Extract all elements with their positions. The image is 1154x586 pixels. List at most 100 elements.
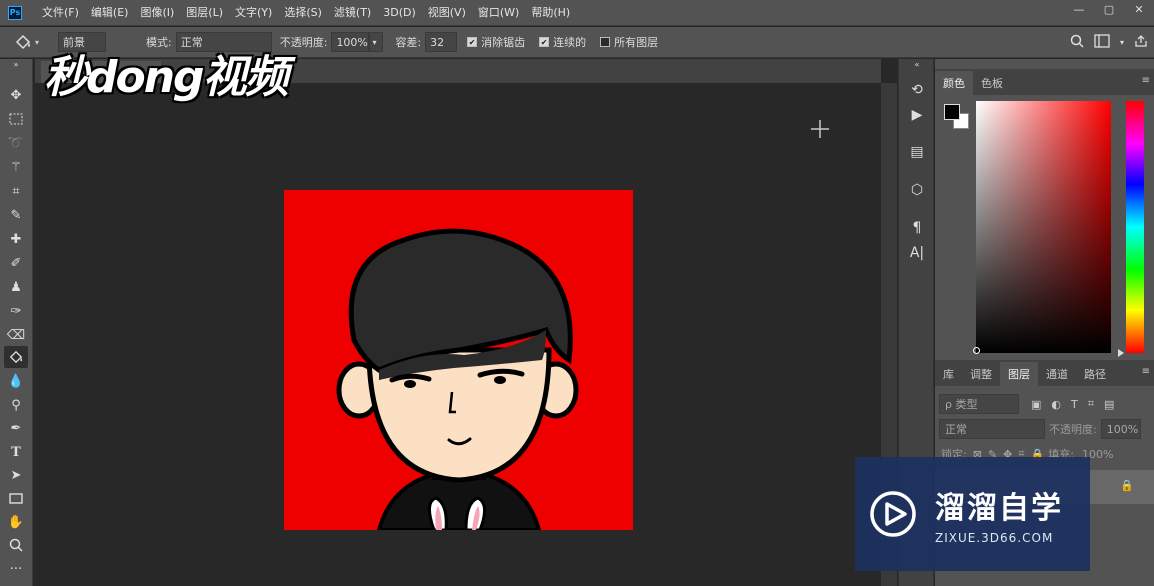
window-controls: — ▢ ✕ bbox=[1064, 0, 1154, 18]
crosshair-cursor-icon bbox=[811, 120, 829, 138]
chevron-down-icon: ▾ bbox=[372, 37, 377, 47]
lock-icon: 🔒 bbox=[1120, 479, 1134, 492]
clone-stamp-tool-icon[interactable]: ♟ bbox=[4, 276, 28, 298]
tab-adjustments[interactable]: 调整 bbox=[962, 362, 1000, 386]
antialias-checkbox[interactable]: ✔ bbox=[467, 37, 478, 47]
layer-filter-label: ρ 类型 bbox=[945, 398, 978, 411]
opacity-input[interactable]: 100% bbox=[331, 32, 370, 52]
contiguous-checkbox[interactable]: ✔ bbox=[539, 37, 550, 47]
menu-view[interactable]: 视图(V) bbox=[422, 0, 472, 26]
tab-paths[interactable]: 路径 bbox=[1076, 362, 1114, 386]
marquee-tool-icon[interactable] bbox=[4, 108, 28, 130]
layer-opacity-input[interactable]: 100% bbox=[1100, 419, 1141, 439]
search-icon[interactable] bbox=[1070, 34, 1084, 51]
cartoon-avatar-illustration bbox=[284, 190, 633, 530]
path-selection-tool-icon[interactable]: ➤ bbox=[4, 464, 28, 486]
layers-panel-tabs: 库 调整 图层 通道 路径 ≡ bbox=[935, 360, 1154, 386]
collapse-arrows-icon[interactable]: » bbox=[4, 59, 28, 69]
opacity-dropdown[interactable]: ▾ bbox=[369, 32, 384, 52]
site-watermark-title: 溜溜自学 bbox=[935, 491, 1063, 526]
hand-tool-icon[interactable]: ✋ bbox=[4, 511, 28, 533]
hue-slider-marker[interactable] bbox=[1118, 349, 1124, 357]
close-button[interactable]: ✕ bbox=[1124, 0, 1154, 18]
antialias-label: 消除锯齿 bbox=[481, 36, 526, 49]
healing-brush-tool-icon[interactable]: ✚ bbox=[4, 228, 28, 250]
layer-comps-icon[interactable]: ▤ bbox=[906, 141, 928, 163]
eraser-tool-icon[interactable]: ⌫ bbox=[4, 324, 28, 346]
layer-opacity-label: 不透明度: bbox=[1049, 423, 1097, 436]
menu-layer[interactable]: 图层(L) bbox=[180, 0, 229, 26]
filter-pixel-icon[interactable]: ▣ bbox=[1031, 398, 1041, 411]
menu-filter[interactable]: 滤镜(T) bbox=[328, 0, 377, 26]
history-brush-tool-icon[interactable]: ✑ bbox=[4, 300, 28, 322]
share-icon[interactable] bbox=[1134, 34, 1148, 51]
blend-row: 正常 不透明度: 100% bbox=[935, 416, 1154, 442]
zoom-tool-icon[interactable] bbox=[4, 534, 28, 556]
blend-mode-select[interactable]: 正常 bbox=[939, 419, 1045, 439]
tools-panel: » ✥ ➰ ⚚ ⌗ ✎ ✚ ✐ ♟ ✑ ⌫ 💧 ⚲ ✒ T ➤ ✋ ··· bbox=[0, 59, 33, 586]
site-watermark-text: 溜溜自学 ZIXUE.3D66.COM bbox=[935, 483, 1063, 545]
rectangle-tool-icon[interactable] bbox=[4, 487, 28, 509]
tab-libraries[interactable]: 库 bbox=[935, 362, 962, 386]
site-watermark: 溜溜自学 ZIXUE.3D66.COM bbox=[855, 457, 1090, 571]
menu-type[interactable]: 文字(Y) bbox=[229, 0, 278, 26]
magic-wand-tool-icon[interactable]: ⚚ bbox=[4, 156, 28, 178]
history-icon[interactable]: ⟲ bbox=[906, 79, 928, 101]
minimize-button[interactable]: — bbox=[1064, 0, 1094, 18]
character-icon[interactable]: A| bbox=[906, 242, 928, 264]
menu-edit[interactable]: 编辑(E) bbox=[85, 0, 135, 26]
site-watermark-subtitle: ZIXUE.3D66.COM bbox=[935, 531, 1054, 545]
tab-channels[interactable]: 通道 bbox=[1038, 362, 1076, 386]
photoshop-logo-icon: Ps bbox=[8, 5, 22, 20]
blend-mode-value: 正常 bbox=[945, 423, 967, 436]
menu-help[interactable]: 帮助(H) bbox=[525, 0, 576, 26]
lasso-tool-icon[interactable]: ➰ bbox=[4, 132, 28, 154]
layer-filter-select[interactable]: ρ 类型 bbox=[939, 394, 1019, 414]
menu-bar: Ps 文件(F) 编辑(E) 图像(I) 图层(L) 文字(Y) 选择(S) 滤… bbox=[0, 0, 1154, 26]
menu-file[interactable]: 文件(F) bbox=[36, 0, 85, 26]
restore-button[interactable]: ▢ bbox=[1094, 0, 1124, 18]
blur-tool-icon[interactable]: 💧 bbox=[4, 370, 28, 392]
menu-3d[interactable]: 3D(D) bbox=[377, 0, 422, 26]
collapse-arrows-icon[interactable]: « bbox=[906, 59, 928, 69]
chevron-down-icon[interactable]: ▾ bbox=[1120, 38, 1124, 47]
foreground-color-swatch[interactable] bbox=[944, 104, 960, 120]
filter-adjust-icon[interactable]: ◐ bbox=[1051, 398, 1061, 411]
brush-tool-icon[interactable]: ✐ bbox=[4, 252, 28, 274]
color-picker-field[interactable] bbox=[976, 101, 1111, 353]
all-layers-checkbox[interactable] bbox=[600, 37, 611, 47]
more-tools-icon[interactable]: ··· bbox=[4, 558, 28, 580]
filter-shape-icon[interactable]: ⌗ bbox=[1088, 397, 1094, 411]
hue-slider[interactable] bbox=[1126, 101, 1144, 353]
pen-tool-icon[interactable]: ✒ bbox=[4, 417, 28, 439]
paragraph-icon[interactable]: ¶ bbox=[906, 217, 928, 239]
tab-swatches[interactable]: 色板 bbox=[973, 71, 1011, 95]
tab-layers[interactable]: 图层 bbox=[1000, 362, 1038, 386]
eyedropper-tool-icon[interactable]: ✎ bbox=[4, 204, 28, 226]
menu-image[interactable]: 图像(I) bbox=[134, 0, 180, 26]
type-tool-icon[interactable]: T bbox=[4, 441, 28, 463]
paint-bucket-tool-preset-icon[interactable]: ▾ bbox=[14, 34, 44, 50]
tolerance-value: 32 bbox=[430, 35, 445, 49]
filter-type-icon[interactable]: T bbox=[1071, 398, 1078, 411]
panel-menu-icon[interactable]: ≡ bbox=[1142, 366, 1150, 377]
move-tool-icon[interactable]: ✥ bbox=[4, 84, 28, 106]
menu-select[interactable]: 选择(S) bbox=[278, 0, 328, 26]
panel-menu-icon[interactable]: ≡ bbox=[1142, 75, 1150, 86]
workspace-icon[interactable] bbox=[1094, 34, 1110, 51]
tab-color[interactable]: 颜色 bbox=[935, 71, 973, 95]
filter-smart-icon[interactable]: ▤ bbox=[1104, 398, 1114, 411]
menu-window[interactable]: 窗口(W) bbox=[472, 0, 525, 26]
crop-tool-icon[interactable]: ⌗ bbox=[4, 180, 28, 202]
layer-opacity-value: 100% bbox=[1106, 422, 1139, 436]
opacity-label: 不透明度: bbox=[279, 36, 328, 49]
tolerance-input[interactable]: 32 bbox=[425, 32, 458, 52]
layer-filter-row: ρ 类型 ▣ ◐ T ⌗ ▤ bbox=[935, 391, 1154, 417]
color-panel-tabs: 颜色 色板 ≡ bbox=[935, 69, 1154, 95]
document-image[interactable] bbox=[284, 190, 633, 530]
paint-bucket-tool-icon[interactable] bbox=[4, 346, 28, 368]
3d-cube-icon[interactable]: ⬡ bbox=[906, 179, 928, 201]
color-field-marker[interactable] bbox=[973, 347, 980, 354]
dodge-tool-icon[interactable]: ⚲ bbox=[4, 394, 28, 416]
actions-play-icon[interactable]: ▶ bbox=[906, 104, 928, 126]
